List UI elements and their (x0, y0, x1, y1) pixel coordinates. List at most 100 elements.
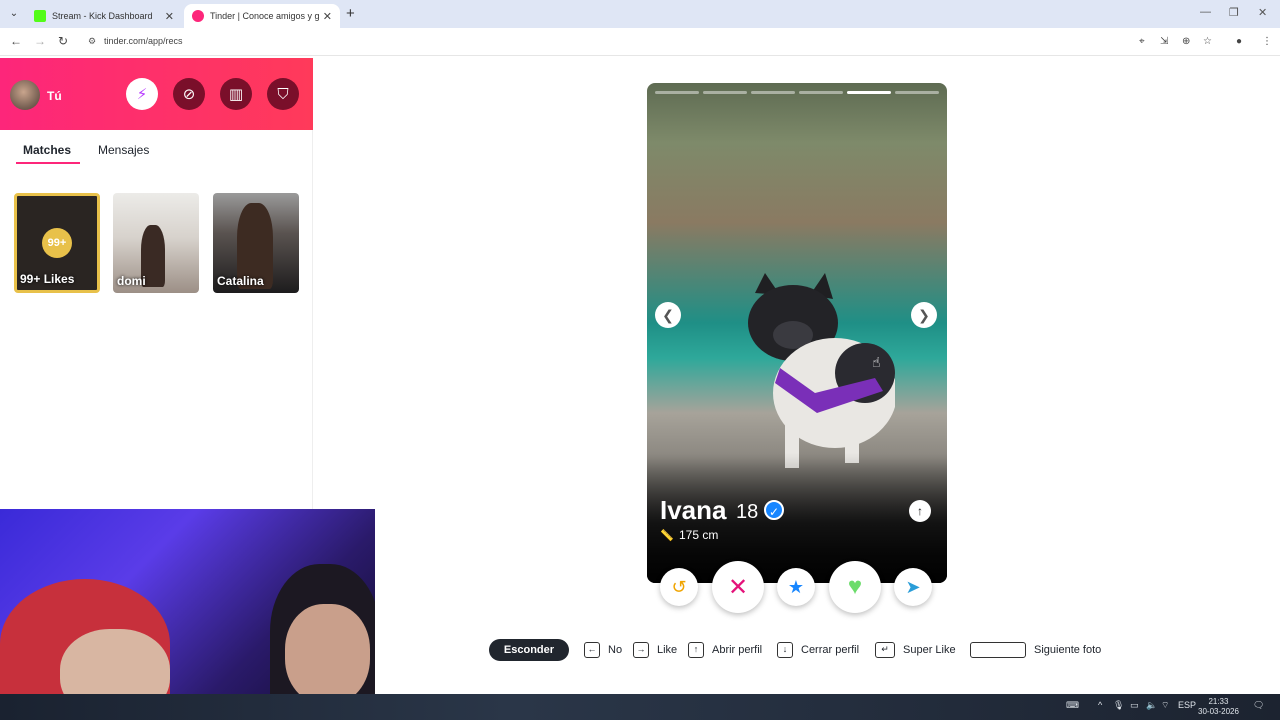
shortcut-label: Like (657, 644, 678, 656)
profile-card[interactable]: ❮ ❯ Ivana 18 ✓ ↑ 📏 175 cm (647, 83, 947, 583)
address-bar: ← → ↻ ⚙ tinder.com/app/recs ⌖ ⇲ ⊕ ☆ ● ⋮ (0, 28, 1280, 56)
shortcut-like: → Like (633, 640, 677, 660)
windows-taskbar: ⌨ ^ 🎙 ▭ 🔈 ⌔ ESP 21:33 30-03-2026 🗨 (0, 694, 1280, 720)
url-field[interactable]: ⚙ tinder.com/app/recs (80, 31, 1220, 53)
nope-icon[interactable]: ✕ (712, 561, 764, 613)
tab-tinder[interactable]: Tinder | Conoce amigos y gente ✕ (184, 4, 340, 28)
photo-segment[interactable] (751, 91, 795, 94)
streamer-left-face (60, 629, 170, 700)
photo-segment-active[interactable] (847, 91, 891, 94)
clock-time: 21:33 (1208, 697, 1229, 706)
tab-mensajes[interactable]: Mensajes (98, 143, 149, 157)
network-icon[interactable]: ▭ (1130, 700, 1139, 711)
browser-tab-bar: ⌄ Stream - Kick Dashboard ✕ Tinder | Con… (0, 0, 1280, 28)
profile-icon[interactable]: ● (1236, 36, 1242, 47)
taskbar-clock[interactable]: 21:33 30-03-2026 (1198, 697, 1239, 717)
close-window-icon[interactable]: ✕ (1258, 6, 1267, 19)
shortcut-next-photo: Siguiente foto (970, 640, 1101, 660)
zoom-icon[interactable]: ⊕ (1182, 36, 1190, 47)
forward-icon[interactable]: → (34, 34, 46, 48)
close-tab-icon[interactable]: ✕ (165, 10, 174, 23)
like-icon[interactable]: ♥ (829, 561, 881, 613)
shortcut-label: No (608, 644, 623, 656)
shortcut-label: Super Like (903, 644, 956, 656)
user-label[interactable]: Tú (47, 89, 62, 103)
active-tab-underline (16, 162, 80, 164)
match-card-catalina[interactable]: Catalina (213, 193, 299, 293)
match-name: domi (117, 274, 146, 288)
wifi-icon[interactable]: ⌔ (1161, 700, 1169, 711)
likes-count-badge: 99+ (42, 228, 72, 258)
webcam-overlay (0, 509, 375, 700)
open-profile-icon[interactable]: ↑ (909, 500, 931, 522)
match-card-domi[interactable]: domi (113, 193, 199, 293)
likes-label: 99+ Likes (20, 272, 75, 286)
next-photo-icon[interactable]: ❯ (911, 302, 937, 328)
ruler-icon: 📏 (660, 530, 674, 542)
streamer-right-face (285, 604, 370, 700)
rewind-icon[interactable]: ↺ (660, 568, 698, 606)
compass-icon[interactable]: ⊘ (173, 78, 205, 110)
lightning-icon[interactable]: ⚡ (126, 78, 158, 110)
likes-card[interactable]: 99+ 99+ Likes (14, 193, 100, 293)
photo-progress (655, 91, 939, 94)
tab-title: Tinder | Conoce amigos y gente (210, 11, 319, 21)
shortcut-open-profile: ↑ Abrir perfil (688, 640, 762, 660)
photo-segment[interactable] (703, 91, 747, 94)
enter-key-icon: ↵ (875, 642, 895, 658)
volume-icon[interactable]: 🔈 (1146, 700, 1157, 711)
arrow-left-key-icon: ← (584, 642, 600, 658)
space-key-icon (970, 642, 1026, 658)
profile-height: 175 cm (679, 528, 719, 542)
profile-age: 18 (736, 501, 759, 523)
photo-segment[interactable] (895, 91, 939, 94)
arrow-up-key-icon: ↑ (688, 642, 704, 658)
tab-title: Stream - Kick Dashboard (52, 11, 153, 21)
new-tab-icon[interactable]: + (346, 5, 355, 22)
restore-icon[interactable]: ❐ (1229, 6, 1239, 19)
shortcut-no: ← No (584, 640, 622, 660)
shortcut-label: Siguiente foto (1034, 644, 1102, 656)
mouse-cursor-icon: ☝ (872, 354, 881, 370)
kick-favicon-icon (34, 10, 46, 22)
boost-icon[interactable]: ➤ (894, 568, 932, 606)
match-name: Catalina (217, 274, 264, 288)
install-icon[interactable]: ⇲ (1160, 36, 1168, 47)
location-icon[interactable]: ⌖ (1139, 36, 1145, 47)
bookmark-star-icon[interactable]: ☆ (1203, 36, 1212, 47)
profile-photo-dog (748, 273, 895, 468)
menu-icon[interactable]: ⋮ (1262, 36, 1272, 47)
arrow-right-key-icon: → (633, 642, 649, 658)
photo-segment[interactable] (655, 91, 699, 94)
url-text: tinder.com/app/recs (104, 36, 183, 46)
photo-segment[interactable] (799, 91, 843, 94)
tinder-favicon-icon (192, 10, 204, 22)
tab-kick-dashboard[interactable]: Stream - Kick Dashboard ✕ (26, 4, 182, 28)
super-like-icon[interactable]: ★ (777, 568, 815, 606)
tray-chevron-icon[interactable]: ^ (1098, 700, 1102, 710)
notifications-icon[interactable]: 🗨 (1253, 700, 1264, 711)
hide-shortcuts-button[interactable]: Esconder (489, 639, 569, 661)
reload-icon[interactable]: ↻ (58, 34, 68, 48)
shortcut-super-like: ↵ Super Like (875, 640, 956, 660)
shortcut-close-profile: ↓ Cerrar perfil (777, 640, 859, 660)
mic-icon[interactable]: 🎙 (1113, 700, 1124, 711)
clock-date: 30-03-2026 (1198, 707, 1239, 716)
site-info-icon[interactable]: ⚙ (88, 36, 96, 47)
language-indicator[interactable]: ESP (1178, 700, 1196, 710)
keyboard-icon[interactable]: ⌨ (1066, 700, 1079, 711)
shield-icon[interactable]: ⛉ (267, 78, 299, 110)
arrow-down-key-icon: ↓ (777, 642, 793, 658)
back-icon[interactable]: ← (10, 34, 22, 48)
profile-name: Ivana (660, 495, 727, 525)
close-tab-icon[interactable]: ✕ (323, 10, 332, 23)
prev-photo-icon[interactable]: ❮ (655, 302, 681, 328)
briefcase-icon[interactable]: ▥ (220, 78, 252, 110)
minimize-icon[interactable]: — (1200, 6, 1211, 18)
tab-search-icon[interactable]: ⌄ (6, 6, 22, 22)
verified-badge-icon: ✓ (764, 500, 784, 520)
sidebar-header: Tú ⚡ ⊘ ▥ ⛉ (0, 58, 313, 130)
tab-matches[interactable]: Matches (23, 143, 71, 157)
shortcut-label: Abrir perfil (712, 644, 763, 656)
avatar[interactable] (10, 80, 40, 110)
